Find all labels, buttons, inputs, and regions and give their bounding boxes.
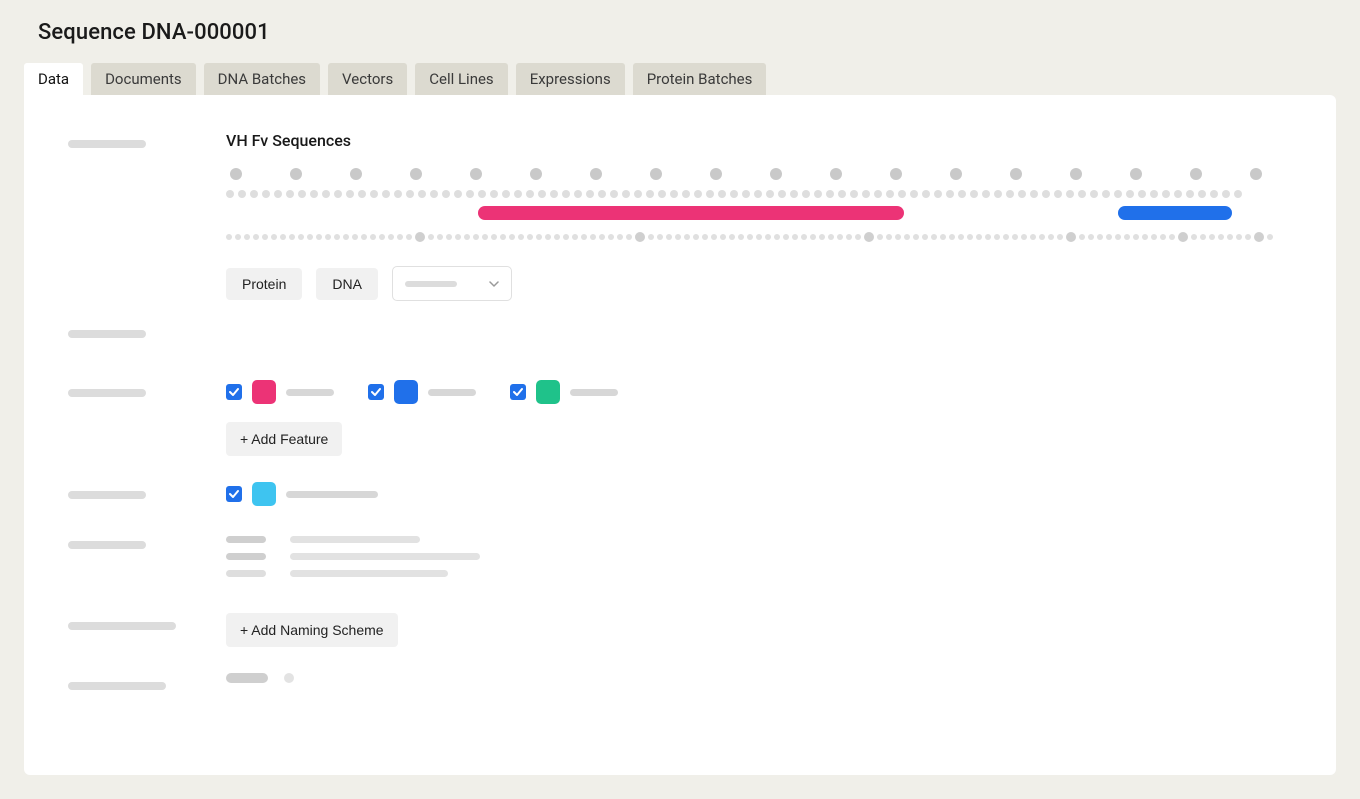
feature-label-placeholder [428,389,476,396]
feature-label-placeholder [570,389,618,396]
feature-checkboxes [226,380,1292,404]
field-label-placeholder [68,140,146,148]
feature-checkbox[interactable] [368,384,384,400]
feature-bar-blue[interactable] [1118,206,1232,220]
page-title: Sequence DNA-000001 [38,20,1336,45]
field-label-placeholder [68,682,166,690]
detail-value-placeholder [290,536,420,543]
tab-data[interactable]: Data [24,63,83,95]
feature-label-placeholder [286,389,334,396]
detail-value-placeholder [290,570,448,577]
feature-checkbox[interactable] [226,384,242,400]
section-details [68,532,1292,587]
annotation-checkbox[interactable] [226,486,242,502]
page-root: Sequence DNA-000001 Data Documents DNA B… [0,0,1360,799]
detail-key-placeholder [226,536,266,543]
field-label-placeholder [68,389,146,397]
add-tag-icon[interactable] [284,673,294,683]
chevron-down-icon [489,274,499,293]
sequence-select[interactable] [392,266,512,301]
feature-item-pink [226,380,334,404]
tab-cell-lines[interactable]: Cell Lines [415,63,507,95]
feature-item-green [510,380,618,404]
add-naming-scheme-button[interactable]: + Add Naming Scheme [226,613,398,647]
section-annotation [68,482,1292,506]
annotation-label-placeholder [286,491,378,498]
section-naming-scheme: + Add Naming Scheme [68,613,1292,647]
feature-checkbox[interactable] [510,384,526,400]
field-label-placeholder [68,622,176,630]
color-swatch-cyan [252,482,276,506]
data-panel: VH Fv Sequences Protein DNA [24,95,1336,775]
section-tags [68,673,1292,694]
feature-track [226,206,1292,222]
color-swatch-blue [394,380,418,404]
detail-key-placeholder [226,570,266,577]
tab-vectors[interactable]: Vectors [328,63,407,95]
section-features: + Add Feature [68,380,1292,456]
tabs: Data Documents DNA Batches Vectors Cell … [24,63,1336,95]
sequence-ruler-fine [226,232,1292,242]
feature-bar-pink[interactable] [478,206,904,220]
dna-button[interactable]: DNA [316,268,378,300]
sequence-viz [226,168,1292,242]
detail-key-placeholder [226,553,266,560]
color-swatch-green [536,380,560,404]
sequence-ruler-major [230,168,1292,180]
field-label-placeholder [68,491,146,499]
annotation-item-cyan [226,482,1292,506]
tab-documents[interactable]: Documents [91,63,196,95]
tab-expressions[interactable]: Expressions [516,63,625,95]
select-placeholder [405,281,457,287]
field-label-placeholder [68,541,146,549]
sequence-ruler-minor [226,190,1292,198]
detail-value-placeholder [290,553,480,560]
field-label-placeholder [68,330,146,338]
feature-item-blue [368,380,476,404]
section-sequences: VH Fv Sequences Protein DNA [68,131,1292,301]
tab-dna-batches[interactable]: DNA Batches [204,63,320,95]
detail-row [226,570,1292,577]
color-swatch-pink [252,380,276,404]
tag-chip-placeholder[interactable] [226,673,268,683]
section-spacer [68,321,1292,342]
tag-chips [226,673,1292,683]
sequence-mode-buttons: Protein DNA [226,266,1292,301]
section-heading: VH Fv Sequences [226,131,1292,150]
protein-button[interactable]: Protein [226,268,302,300]
detail-row [226,536,1292,543]
tab-protein-batches[interactable]: Protein Batches [633,63,767,95]
add-feature-button[interactable]: + Add Feature [226,422,342,456]
detail-row [226,553,1292,560]
